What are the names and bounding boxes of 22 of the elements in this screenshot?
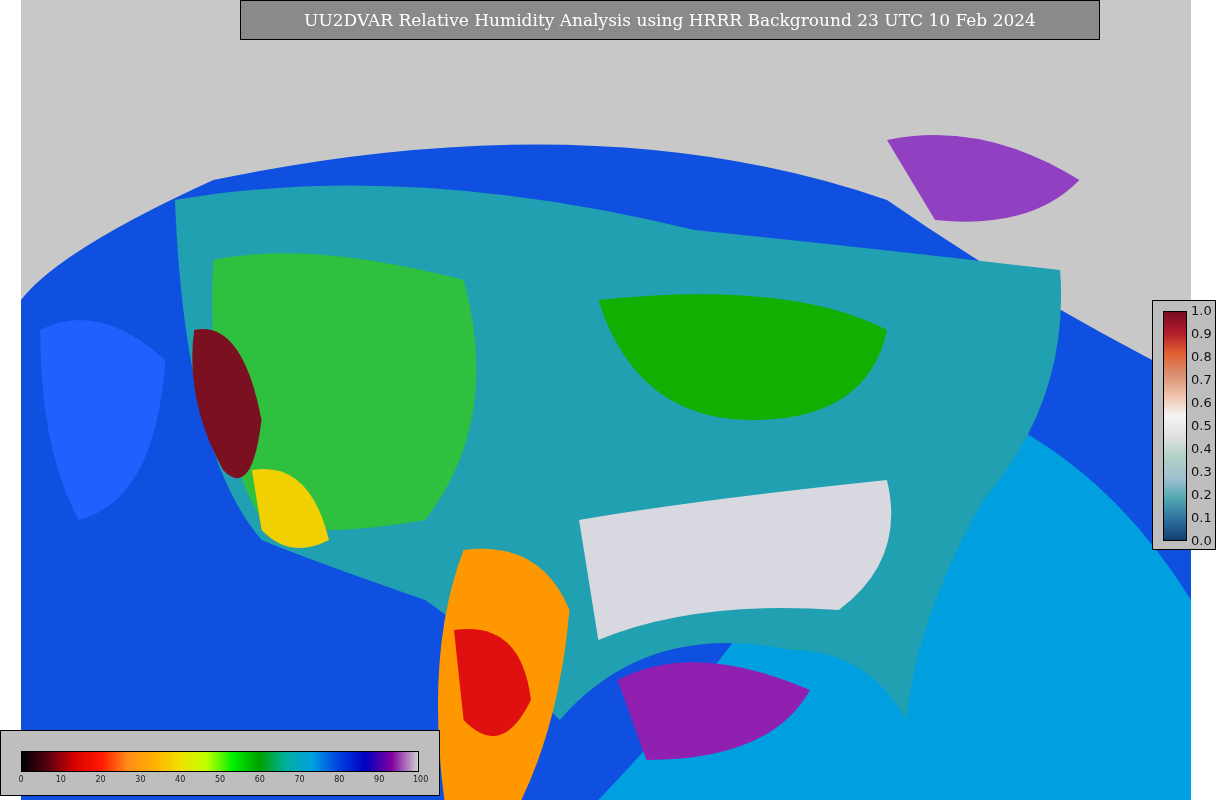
tick-label: 10 xyxy=(54,775,67,784)
tick-label: 50 xyxy=(214,775,226,784)
tick-label: 0.9 xyxy=(1191,326,1212,342)
tick-label: 80 xyxy=(333,775,346,784)
tick-label: 0.8 xyxy=(1191,349,1212,365)
tick-label: 0 xyxy=(17,775,25,784)
tick-label: 0.0 xyxy=(1191,533,1212,549)
tick-label: 0.7 xyxy=(1191,372,1212,388)
tick-label: 90 xyxy=(373,775,386,784)
tick-label: 0.4 xyxy=(1191,441,1212,457)
tick-label: 0.2 xyxy=(1191,487,1212,503)
map-title: UU2DVAR Relative Humidity Analysis using HRRR Background 23 UTC 10 Feb 2024 xyxy=(240,0,1100,40)
tick-label: 0.3 xyxy=(1191,464,1212,480)
tick-label: 0.1 xyxy=(1191,510,1212,526)
tick-label: 30 xyxy=(134,775,147,784)
tick-label: 70 xyxy=(293,775,306,784)
tick-label: 0.5 xyxy=(1191,418,1212,434)
tick-label: 0.6 xyxy=(1191,395,1212,411)
tick-label: 60 xyxy=(253,775,266,784)
tick-label: 1.0 xyxy=(1191,303,1212,319)
tick-label: 40 xyxy=(174,775,187,784)
tick-label: 20 xyxy=(94,775,107,784)
